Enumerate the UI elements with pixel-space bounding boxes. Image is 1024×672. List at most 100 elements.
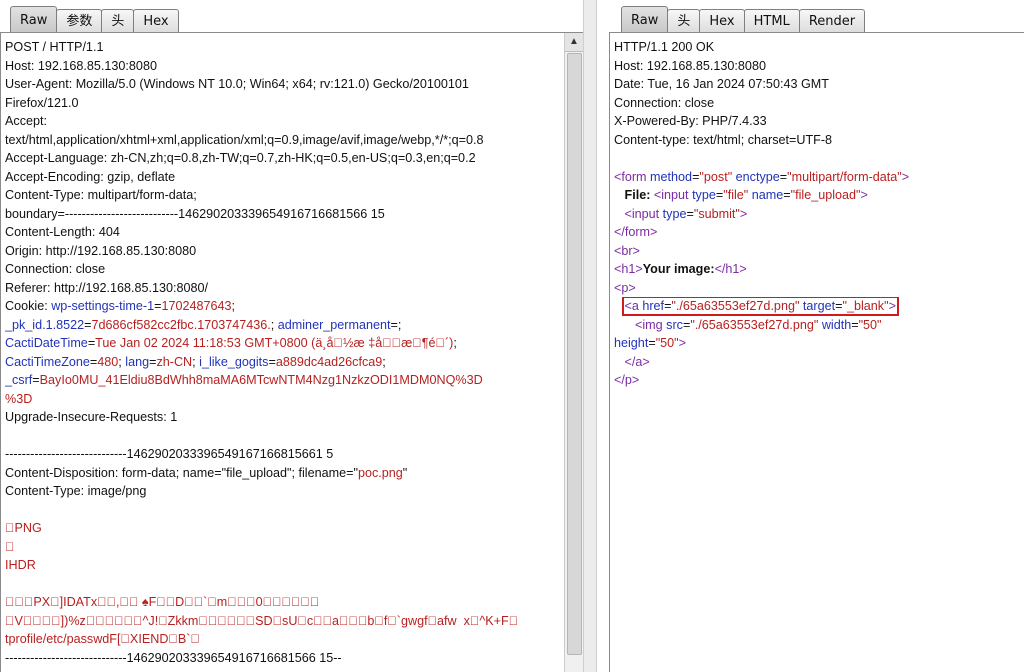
html-form-close: </form> xyxy=(614,223,1020,242)
resp-header-connection: Connection: close xyxy=(614,95,715,110)
html-attr: height xyxy=(614,336,649,350)
header-boundary: boundary=---------------------------1462… xyxy=(5,206,385,221)
multipart-boundary-end: -----------------------------14629020333… xyxy=(5,650,342,665)
request-editor[interactable]: POST / HTTP/1.1 Host: 192.168.85.130:808… xyxy=(0,32,583,672)
pane-splitter[interactable] xyxy=(583,0,597,672)
tab-request-raw[interactable]: Raw xyxy=(10,6,58,33)
html-attr-value: "./65a63553ef27d.png" xyxy=(690,317,819,332)
tab-request-headers[interactable]: 头 xyxy=(101,9,135,33)
tab-response-render[interactable]: Render xyxy=(798,9,866,33)
html-tag: <input xyxy=(653,188,689,202)
heading-text: Your image: xyxy=(642,262,715,276)
header-accept: Accept: xyxy=(5,114,47,128)
cookie-value: %3D xyxy=(5,391,33,406)
cookie-key: i_like_gogits xyxy=(199,354,269,369)
png-binary-line:  PNG xyxy=(5,521,42,535)
cookie-value: 480 xyxy=(97,354,119,369)
cookie-key: _csrf xyxy=(5,373,33,387)
html-tag: <br> xyxy=(614,243,640,258)
cookie-value: a889dc4ad26cfca9 xyxy=(275,354,383,369)
response-editor[interactable]: HTTP/1.1 200 OK Host: 192.168.85.130:808… xyxy=(609,32,1024,672)
cookie-value: 1702487643 xyxy=(161,299,232,313)
html-attr: type xyxy=(662,206,687,221)
html-attr: name xyxy=(751,188,784,202)
header-host: Host: 192.168.85.130:8080 xyxy=(5,58,157,73)
html-attr-value: "post" xyxy=(699,169,733,184)
html-img-line: <img src="./65a63553ef27d.png" width="50… xyxy=(635,317,882,332)
header-cookie: Cookie: wp-settings-time-1=1702487643; xyxy=(5,299,235,313)
html-attr-value: "file" xyxy=(723,188,749,202)
resp-header-host: Host: 192.168.85.130:8080 xyxy=(614,58,766,73)
html-submit-input: <input type="submit"> xyxy=(624,206,748,221)
upload-filename: poc.png xyxy=(357,465,403,480)
status-line: HTTP/1.1 200 OK xyxy=(614,40,715,54)
cookie-value: zh-CN xyxy=(156,354,193,369)
tab-response-raw[interactable]: Raw xyxy=(621,6,669,33)
cookie-key: wp-settings-time-1 xyxy=(51,299,155,313)
header-referer: Referer: http://192.168.85.130:8080/ xyxy=(5,280,209,295)
header-accept-encoding: Accept-Encoding: gzip, deflate xyxy=(5,169,176,184)
request-text[interactable]: POST / HTTP/1.1 Host: 192.168.85.130:808… xyxy=(5,38,563,667)
tab-request-hex[interactable]: Hex xyxy=(133,9,179,33)
tab-response-headers[interactable]: 头 xyxy=(667,9,701,33)
resp-header-powered-by: X-Powered-By: PHP/7.4.33 xyxy=(614,114,767,128)
request-scrollbar[interactable]: ▲ xyxy=(564,33,583,672)
tab-response-hex[interactable]: Hex xyxy=(699,9,745,33)
disposition-text: Content-Disposition: form-data; name="fi… xyxy=(5,465,358,480)
disposition-quote: " xyxy=(402,465,408,480)
header-cookie-cont: _pk_id.1.8522=7d686cf582cc2fbc.170374743… xyxy=(5,317,402,332)
response-text[interactable]: HTTP/1.1 200 OK Host: 192.168.85.130:808… xyxy=(614,38,1020,390)
html-attr: method xyxy=(650,169,693,184)
header-cookie-cont: %3D xyxy=(5,390,563,409)
part-content-type: Content-Type: image/png xyxy=(5,484,147,498)
html-attr-value: "50" xyxy=(858,317,882,332)
header-accept-language: Accept-Language: zh-CN,zh;q=0.8,zh-TW;q=… xyxy=(5,151,476,165)
scroll-thumb[interactable] xyxy=(567,53,582,655)
png-binary-line: tprofile/etc/passwdF[ XIEND B`  xyxy=(5,632,200,646)
tab-response-html[interactable]: HTML xyxy=(743,9,800,33)
request-tabbar: Raw 参数头 Hex xyxy=(10,6,583,33)
html-form-open: <form method="post" enctype="multipart/f… xyxy=(614,169,910,184)
html-anchor-line: <a href="./65a63553ef27d.png" target="_b… xyxy=(614,297,1020,316)
html-attr: src xyxy=(666,317,683,332)
html-file-input: File: <input type="file" name="file_uplo… xyxy=(624,188,868,202)
html-tag: </h1> xyxy=(714,262,747,276)
header-connection: Connection: close xyxy=(5,262,106,276)
response-panel: Raw 头 Hex HTML Render HTTP/1.1 200 OK Host: … xyxy=(597,0,1024,672)
html-attr-value: "_blank" xyxy=(842,299,889,313)
html-heading: <h1>Your image:</h1> xyxy=(614,260,1020,279)
resp-header-date: Date: Tue, 16 Jan 2024 07:50:43 GMT xyxy=(614,77,829,91)
content-disposition: Content-Disposition: form-data; name="fi… xyxy=(5,464,563,483)
html-tag: <input xyxy=(624,206,660,221)
cookie-value: 7d686cf582cc2fbc.1703747436. xyxy=(91,317,271,332)
scroll-up-arrow-icon[interactable]: ▲ xyxy=(565,33,583,52)
multipart-boundary: -----------------------------14629020333… xyxy=(5,447,334,461)
header-content-type: Content-Type: multipart/form-data; xyxy=(5,188,197,202)
cookie-key: CactiDateTime xyxy=(5,336,88,350)
html-attr-value: "multipart/form-data" xyxy=(787,169,902,184)
response-tabbar: Raw 头 Hex HTML Render xyxy=(621,6,1024,33)
png-binary-line: IHDR xyxy=(5,558,36,572)
html-tag: <p> xyxy=(614,280,636,295)
png-binary-line:   xyxy=(5,539,15,554)
html-attr: href xyxy=(642,299,665,313)
header-user-agent-cont: Firefox/121.0 xyxy=(5,95,79,110)
html-attr-value: "submit" xyxy=(693,206,740,221)
html-tag: </form> xyxy=(614,225,658,239)
header-cookie-cont: CactiDateTime=Tue Jan 02 2024 11:18:53 G… xyxy=(5,336,457,350)
cookie-key: CactiTimeZone xyxy=(5,354,90,369)
header-accept-value: text/html,application/xhtml+xml,applicat… xyxy=(5,132,484,147)
html-tag: </p> xyxy=(614,373,640,387)
uploaded-file-path: "./65a63553ef27d.png" xyxy=(671,299,800,313)
png-binary-line:    PX ]IDATx  ,   ♠F  D  ` m   0       xyxy=(5,595,320,609)
header-user-agent: User-Agent: Mozilla/5.0 (Windows NT 10.0… xyxy=(5,77,469,91)
header-upgrade-insecure: Upgrade-Insecure-Requests: 1 xyxy=(5,410,178,424)
html-attr: target xyxy=(802,299,836,313)
tab-request-params[interactable]: 参数 xyxy=(56,9,103,33)
cookie-key: adminer_permanent xyxy=(277,317,391,332)
file-label: File: xyxy=(624,188,651,202)
header-cookie-cont: CactiTimeZone=480; lang=zh-CN; i_like_go… xyxy=(5,354,386,369)
